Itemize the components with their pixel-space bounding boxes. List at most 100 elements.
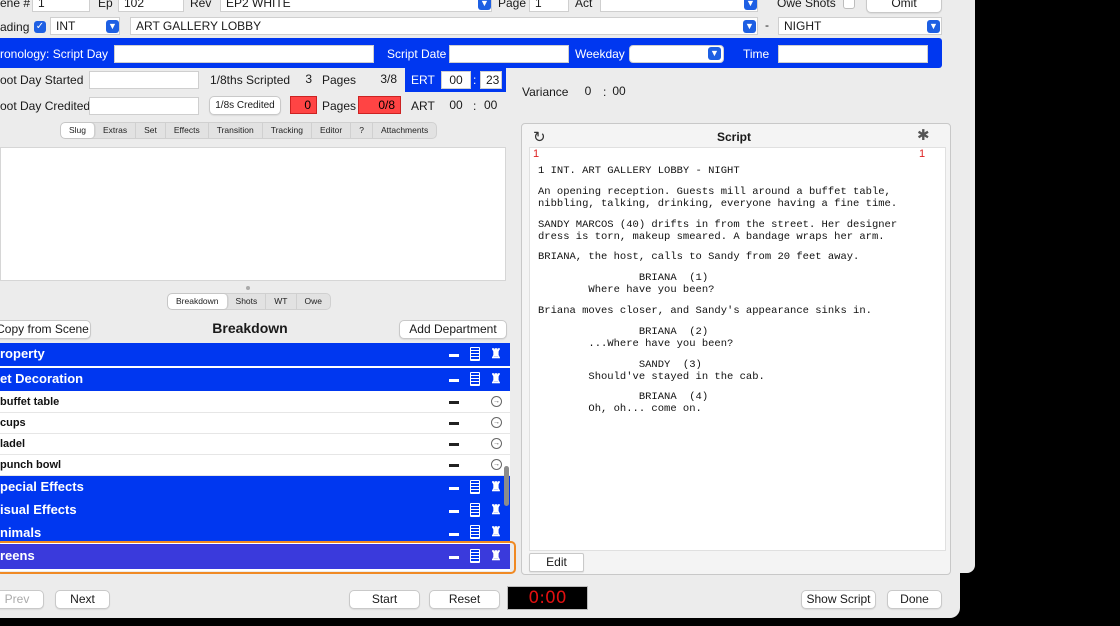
minus-icon[interactable] [449,464,459,467]
scene-number-field[interactable]: 1 [32,0,90,12]
variance-minutes-field[interactable]: 0 [574,83,602,101]
arrow-right-circle-icon[interactable]: → [491,417,502,428]
detail-tabbar: Slug Extras Set Effects Transition Track… [60,122,438,139]
breakdown-item-row[interactable]: punch bowl → [0,455,510,476]
tab-breakdown[interactable]: Breakdown [168,294,228,309]
prev-button[interactable]: Prev [0,590,44,609]
time-of-day-select[interactable]: NIGHT [778,17,942,35]
rev-dropdown-chevron-icon[interactable]: ▼ [478,0,491,10]
weekday-chevron-icon[interactable]: ▼ [708,47,721,60]
tab-wt[interactable]: WT [266,294,297,309]
tab-transition[interactable]: Transition [209,123,263,138]
act-dropdown-chevron-icon[interactable]: ▼ [744,0,757,10]
eighths-credited-button[interactable]: 1/8s Credited [209,96,281,115]
eighths-credited-field[interactable]: 0 [290,96,317,114]
ert-seconds-field[interactable]: 23 [480,71,502,89]
notes-icon[interactable] [470,347,480,361]
add-department-button[interactable]: Add Department [399,320,507,339]
shoot-day-started-field[interactable] [89,71,199,89]
department-row[interactable]: roperty ♜ [0,343,510,366]
script-line: SANDY (3) [538,359,702,371]
done-button[interactable]: Done [887,590,942,609]
slug-text-area[interactable] [0,147,506,281]
time-field[interactable] [778,45,928,63]
page-field[interactable]: 1 [529,0,569,12]
location-field[interactable]: ART GALLERY LOBBY [130,17,758,35]
start-button[interactable]: Start [349,590,420,609]
breakdown-scrollbar[interactable] [504,466,509,506]
next-button[interactable]: Next [55,590,110,609]
minus-icon[interactable] [449,354,459,357]
arrow-right-circle-icon[interactable]: → [491,459,502,470]
owe-shots-label: Owe Shots [777,0,836,10]
tab-extras[interactable]: Extras [95,123,137,138]
notes-icon[interactable] [470,503,480,517]
tab-effects[interactable]: Effects [166,123,209,138]
script-edit-button[interactable]: Edit [529,553,584,572]
tab-attachments[interactable]: Attachments [373,123,436,138]
rev-field[interactable]: EP2 WHITE [220,0,492,12]
split-handle[interactable] [246,286,250,290]
tab-slug[interactable]: Slug [61,123,96,138]
minus-icon[interactable] [449,443,459,446]
script-line: nibbling, talking, drinking, everyone ha… [538,198,898,210]
arrow-right-circle-icon[interactable]: → [491,396,502,407]
robot-icon[interactable]: ♜ [489,372,503,386]
pages-credited-field[interactable]: 0/8 [358,96,401,114]
script-day-field[interactable] [114,45,374,63]
reset-button[interactable]: Reset [429,590,500,609]
act-field[interactable] [600,0,758,12]
department-row[interactable]: isual Effects ♜ [0,499,510,522]
ep-label: Ep [98,0,113,10]
department-row[interactable]: et Decoration ♜ [0,368,510,391]
breakdown-list: roperty ♜ et Decoration ♜ buffet table →… [0,343,510,571]
copy-from-scene-button[interactable]: Copy from Scene [0,320,91,339]
script-date-field[interactable] [449,45,569,63]
breakdown-title: Breakdown [212,320,288,336]
robot-icon[interactable]: ♜ [489,480,503,494]
background-window-edge [960,0,975,573]
owe-shots-checkbox[interactable] [843,0,855,9]
location-chevron-icon[interactable]: ▼ [743,20,756,33]
robot-icon[interactable]: ♜ [489,503,503,517]
minus-icon[interactable] [449,422,459,425]
ert-minutes-field[interactable]: 00 [441,71,471,89]
shoot-day-credited-field[interactable] [89,97,199,115]
minus-icon[interactable] [449,401,459,404]
minus-icon[interactable] [449,487,459,490]
tab-owe[interactable]: Owe [297,294,330,309]
art-seconds-field[interactable]: 00 [479,97,501,115]
heading-checkbox[interactable]: ✓ [34,21,46,33]
time-of-day-chevron-icon[interactable]: ▼ [927,20,940,33]
arrow-right-circle-icon[interactable]: → [491,438,502,449]
breakdown-item-row[interactable]: buffet table → [0,392,510,413]
tab-set[interactable]: Set [136,123,166,138]
int-ext-chevron-icon[interactable]: ▼ [106,20,119,33]
department-row[interactable]: pecial Effects ♜ [0,476,510,499]
art-minutes-field[interactable]: 00 [441,97,471,115]
tab-help[interactable]: ? [351,123,373,138]
robot-icon[interactable]: ♜ [489,525,503,539]
notes-icon[interactable] [470,525,480,539]
omit-button[interactable]: Omit [866,0,942,13]
show-script-button[interactable]: Show Script [801,590,876,609]
breakdown-item-row[interactable]: ladel → [0,434,510,455]
asterisk-icon[interactable]: ✱ [917,126,930,144]
tab-shots[interactable]: Shots [228,294,267,309]
act-label: Act [575,0,593,10]
script-line: 1 INT. ART GALLERY LOBBY - NIGHT [538,165,740,177]
refresh-icon[interactable]: ↻ [533,128,546,146]
tab-tracking[interactable]: Tracking [263,123,312,138]
department-row[interactable]: nimals ♜ [0,522,510,542]
ep-field[interactable]: 102 [118,0,184,12]
notes-icon[interactable] [470,480,480,494]
minus-icon[interactable] [449,510,459,513]
notes-icon[interactable] [470,372,480,386]
minus-icon[interactable] [449,533,459,536]
heading-dash: - [765,18,769,32]
tab-editor[interactable]: Editor [312,123,352,138]
breakdown-item-row[interactable]: cups → [0,413,510,434]
variance-seconds-field[interactable]: 00 [607,83,631,101]
robot-icon[interactable]: ♜ [489,347,503,361]
minus-icon[interactable] [449,379,459,382]
